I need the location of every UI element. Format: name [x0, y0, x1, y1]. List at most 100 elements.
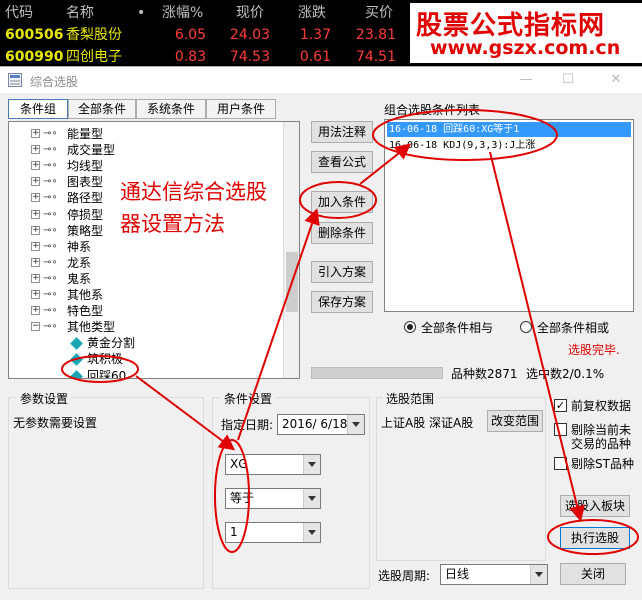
- col-header-change-pct[interactable]: 涨幅%: [162, 2, 203, 24]
- import-scheme-button[interactable]: 引入方案: [311, 261, 373, 283]
- formula-icon: [70, 353, 83, 367]
- chevron-down-icon[interactable]: [303, 489, 320, 508]
- range-group-label: 选股范围: [383, 390, 438, 407]
- chevron-down-icon[interactable]: [303, 455, 320, 474]
- chevron-down-icon[interactable]: [347, 415, 364, 434]
- minimize-icon[interactable]: —: [516, 71, 536, 89]
- expand-icon[interactable]: +: [31, 290, 40, 299]
- all-or-label: 全部条件相或: [537, 321, 610, 335]
- tab-all-conditions[interactable]: 全部条件: [68, 99, 136, 119]
- col-header-code[interactable]: 代码: [5, 2, 33, 24]
- tree-node[interactable]: + ⊸∘ 鬼系: [9, 271, 279, 287]
- tree-node-label: 成交量型: [67, 143, 116, 158]
- expand-icon[interactable]: +: [31, 129, 40, 138]
- period-select[interactable]: 日线: [440, 564, 548, 585]
- condition-tree[interactable]: + ⊸∘ 能量型 + ⊸∘ 成交量型 + ⊸∘ 均线型 + ⊸∘ 图表型 + ⊸∘ 路径型 + ⊸∘ 停损型 + ⊸∘…: [8, 121, 300, 379]
- tree-leaf[interactable]: 回踩60: [9, 368, 279, 378]
- date-value: 2016/ 6/18: [282, 417, 348, 431]
- forward-adjust-label: 前复权数据: [571, 399, 632, 413]
- period-value: 日线: [445, 567, 470, 581]
- add-condition-button[interactable]: 加入条件: [311, 191, 373, 213]
- col-header-price[interactable]: 现价: [236, 2, 264, 24]
- tree-node[interactable]: + ⊸∘ 神系: [9, 239, 279, 255]
- condition-item[interactable]: 16-06-18 KDJ(9,3,3):J上涨: [387, 138, 631, 153]
- tab-system-conditions[interactable]: 系统条件: [136, 99, 206, 119]
- col-header-name[interactable]: 名称: [66, 2, 94, 24]
- exclude-st-checkbox[interactable]: [554, 457, 567, 470]
- tree-leaf[interactable]: 黄金分割: [9, 335, 279, 351]
- tree-node-label: 停损型: [67, 207, 104, 222]
- view-formula-button[interactable]: 查看公式: [311, 151, 373, 173]
- expand-icon[interactable]: +: [31, 177, 40, 187]
- tree-node[interactable]: − ⊸∘ 其他类型: [9, 319, 279, 335]
- tree-node[interactable]: + ⊸∘ 成交量型: [9, 142, 279, 158]
- tree-node[interactable]: + ⊸∘ 均线型: [9, 158, 279, 174]
- date-label: 指定日期:: [221, 418, 274, 432]
- tab-condition-group[interactable]: 条件组: [8, 99, 68, 119]
- close-icon[interactable]: ✕: [606, 71, 626, 89]
- tree-node-label: 鬼系: [67, 271, 92, 286]
- tree-scroll-thumb[interactable]: [286, 252, 298, 312]
- key-icon: ⊸∘: [43, 240, 58, 252]
- stock-name: 香梨股份: [66, 27, 122, 43]
- selected-count-text: 选中数2/0.1%: [526, 367, 605, 381]
- save-scheme-button[interactable]: 保存方案: [311, 291, 373, 313]
- params-text: 无参数需要设置: [13, 416, 98, 430]
- change-range-button[interactable]: 改变范围: [487, 410, 543, 432]
- tree-node[interactable]: + ⊸∘ 其他系: [9, 287, 279, 303]
- value-select[interactable]: 1: [225, 522, 321, 543]
- all-and-label: 全部条件相与: [421, 321, 494, 335]
- col-header-change[interactable]: 涨跌: [298, 2, 326, 24]
- delete-condition-button[interactable]: 删除条件: [311, 222, 373, 244]
- maximize-icon[interactable]: ☐: [558, 71, 578, 89]
- expand-icon[interactable]: +: [31, 145, 40, 155]
- expand-icon[interactable]: +: [31, 209, 40, 219]
- variable-select[interactable]: XG: [225, 454, 321, 475]
- tree-node-label: 能量型: [67, 127, 104, 141]
- tree-node[interactable]: + ⊸∘ 特色型: [9, 303, 279, 319]
- stock-code: 600990: [5, 49, 64, 65]
- forward-adjust-checkbox[interactable]: ✓: [554, 399, 567, 412]
- tree-node[interactable]: + ⊸∘ 龙系: [9, 255, 279, 271]
- condition-settings-label: 条件设置: [221, 390, 276, 407]
- tree-node-label: 神系: [67, 239, 92, 254]
- expand-icon[interactable]: +: [31, 241, 40, 251]
- watermark-logo: 股票公式指标网 www.gszx.com.cn: [410, 3, 642, 63]
- stock-change-pct: 6.05: [174, 27, 206, 43]
- params-group: 参数设置 无参数需要设置: [8, 390, 204, 589]
- usage-notes-button[interactable]: 用法注释: [311, 121, 373, 143]
- close-button[interactable]: 关闭: [560, 563, 626, 585]
- combined-condition-list[interactable]: 16-06-18 回踩60:XG等于1 16-06-18 KDJ(9,3,3):…: [384, 119, 634, 312]
- tab-user-conditions[interactable]: 用户条件: [206, 99, 276, 119]
- tree-scrollbar[interactable]: [283, 122, 299, 378]
- all-or-radio[interactable]: [520, 321, 532, 333]
- select-to-block-button[interactable]: 选股入板块: [560, 495, 630, 517]
- key-icon: ⊸∘: [43, 144, 58, 156]
- exclude-untraded-label-2: 交易的品种: [571, 437, 632, 451]
- expand-icon[interactable]: +: [31, 161, 40, 171]
- execute-selection-button[interactable]: 执行选股: [560, 527, 630, 549]
- exclude-untraded-checkbox[interactable]: [554, 423, 567, 436]
- tree-node[interactable]: + ⊸∘ 能量型: [9, 126, 279, 142]
- operator-select[interactable]: 等于: [225, 488, 321, 509]
- collapse-icon[interactable]: −: [31, 322, 40, 332]
- expand-icon[interactable]: +: [31, 257, 40, 267]
- expand-icon[interactable]: +: [31, 225, 40, 235]
- title-bar[interactable]: 综合选股 — ☐ ✕: [0, 67, 642, 93]
- expand-icon[interactable]: +: [31, 306, 40, 316]
- formula-icon: [70, 337, 83, 351]
- key-icon: ⊸∘: [43, 176, 58, 188]
- chevron-down-icon[interactable]: [530, 565, 547, 584]
- date-picker[interactable]: 2016/ 6/18: [277, 414, 365, 435]
- range-group: 选股范围 上证A股 深证A股 改变范围: [376, 390, 546, 561]
- stock-ticker: 代码 名称 • 涨幅% 现价 涨跌 买价 600506 香梨股份 6.05 24…: [0, 0, 642, 66]
- all-and-radio[interactable]: [404, 321, 416, 333]
- key-icon: ⊸∘: [43, 272, 58, 284]
- selection-progress-bar: [311, 367, 443, 379]
- chevron-down-icon[interactable]: [303, 523, 320, 542]
- expand-icon[interactable]: +: [31, 193, 40, 203]
- tree-leaf[interactable]: 筑积极: [9, 351, 279, 367]
- expand-icon[interactable]: +: [31, 273, 40, 283]
- col-header-bid[interactable]: 买价: [365, 2, 393, 24]
- condition-item[interactable]: 16-06-18 回踩60:XG等于1: [387, 122, 631, 137]
